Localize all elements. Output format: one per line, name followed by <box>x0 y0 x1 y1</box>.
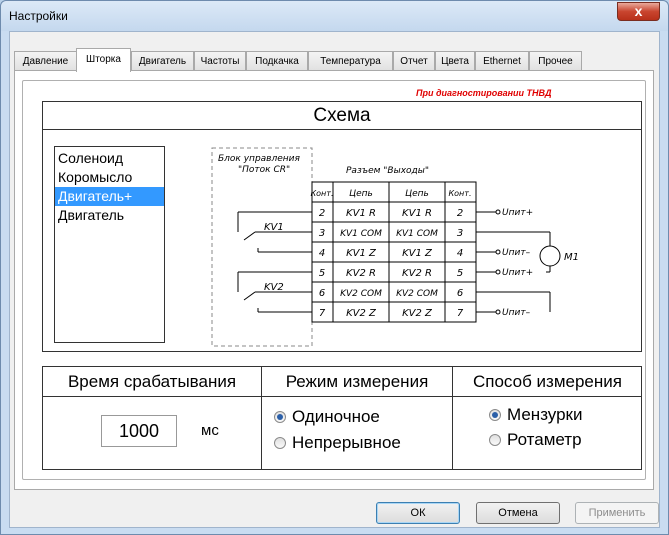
apply-button[interactable]: Применить <box>575 502 659 524</box>
circuit-cell: KV2 COM <box>340 289 382 299</box>
circuit-cell: KV1 R <box>402 208 432 219</box>
list-item-dvigatel-plus[interactable]: Двигатель+ <box>55 187 164 206</box>
time-header: Время срабатывания <box>43 367 261 397</box>
circuit-cell: KV1 Z <box>402 248 433 259</box>
pin-cell: 3 <box>319 228 325 239</box>
header-cep-right: Цепь <box>405 189 429 199</box>
control-block-outline <box>211 147 313 347</box>
tab-otchet[interactable]: Отчет <box>393 51 435 71</box>
diagnostic-note: При диагностировании ТНВД <box>416 88 552 98</box>
title-bar: Настройки x <box>1 1 668 31</box>
radio-icon <box>489 434 501 446</box>
motor-label: M1 <box>564 252 579 263</box>
ok-button[interactable]: ОК <box>376 502 460 524</box>
radio-icon <box>489 409 501 421</box>
connector-table <box>311 181 477 323</box>
header-kont-left: Конт. <box>310 189 333 198</box>
tab-davlenie[interactable]: Давление <box>14 51 77 71</box>
mode-column: Режим измерения Одиночное Непрерывное <box>261 367 452 469</box>
output-label: Uпит– <box>502 308 531 318</box>
tab-podkachka[interactable]: Подкачка <box>246 51 308 71</box>
header-kont-right: Конт. <box>448 189 471 198</box>
connector-title: Разъем "Выходы" <box>346 166 429 176</box>
pin-cell: 7 <box>319 308 326 319</box>
circuit-cell: KV1 Z <box>346 248 377 259</box>
list-item-solenoid[interactable]: Соленоид <box>55 149 164 168</box>
circuit-cell: KV2 R <box>402 268 432 279</box>
relay-kv1-label: KV1 <box>264 222 284 233</box>
tab-cveta[interactable]: Цвета <box>435 51 475 71</box>
pin-cell: 7 <box>457 308 464 319</box>
pin-cell: 2 <box>457 208 463 219</box>
pin-cell: 6 <box>319 288 325 299</box>
tab-prochee[interactable]: Прочее <box>529 51 582 71</box>
block-label-1: Блок управления <box>218 154 300 164</box>
header-cep-left: Цепь <box>349 189 373 199</box>
method-header: Способ измерения <box>453 367 642 397</box>
schema-title: Схема <box>43 102 641 130</box>
tab-chastoty[interactable]: Частоты <box>194 51 246 71</box>
measurement-params-panel: Время срабатывания 1000 мс Режим измерен… <box>42 366 642 470</box>
mode-single-label: Одиночное <box>292 407 380 426</box>
circuit-cell: KV1 COM <box>340 229 382 239</box>
time-column: Время срабатывания 1000 мс <box>43 367 261 469</box>
pin-cell: 6 <box>457 288 463 299</box>
method-rotametr-label: Ротаметр <box>507 430 582 449</box>
output-label: Uпит+ <box>502 268 533 278</box>
relay-kv2-label: KV2 <box>264 282 284 293</box>
pin-cell: 5 <box>457 268 463 279</box>
circuit-cell: KV2 Z <box>402 308 433 319</box>
mode-continuous-label: Непрерывное <box>292 433 401 452</box>
pin-cell: 4 <box>457 248 463 259</box>
time-input[interactable]: 1000 <box>101 415 177 447</box>
pin-cell: 2 <box>319 208 325 219</box>
motor-symbol <box>539 245 561 267</box>
circuit-cell: KV1 COM <box>396 229 438 239</box>
circuit-cell: KV2 COM <box>396 289 438 299</box>
output-wiring <box>476 209 561 315</box>
mode-single-radio[interactable]: Одиночное <box>274 407 380 427</box>
list-item-dvigatel[interactable]: Двигатель <box>55 206 164 225</box>
method-column: Способ измерения Мензурки Ротаметр <box>452 367 642 469</box>
window-title: Настройки <box>9 9 68 23</box>
method-rotametr-radio[interactable]: Ротаметр <box>489 430 582 450</box>
tab-temperatura[interactable]: Температура <box>308 51 393 71</box>
circuit-cell: KV1 R <box>346 208 376 219</box>
pin-cell: 5 <box>319 268 325 279</box>
wiring-diagram: Блок управления "Поток CR" Разъем "Выход… <box>211 147 579 347</box>
pin-cell: 3 <box>457 228 463 239</box>
list-item-koromyslo[interactable]: Коромысло <box>55 168 164 187</box>
cancel-button[interactable]: Отмена <box>476 502 560 524</box>
tab-ethernet[interactable]: Ethernet <box>475 51 529 71</box>
circuit-cell: KV2 R <box>346 268 376 279</box>
time-unit: мс <box>201 422 219 439</box>
load-type-listbox[interactable]: Соленоид Коромысло Двигатель+ Двигатель <box>54 146 165 343</box>
tab-shtorka[interactable]: Шторка <box>76 48 131 72</box>
close-button[interactable]: x <box>617 2 660 21</box>
output-label: Uпит+ <box>502 208 533 218</box>
circuit-cell: KV2 Z <box>346 308 377 319</box>
mode-continuous-radio[interactable]: Непрерывное <box>274 433 401 453</box>
mode-header: Режим измерения <box>262 367 452 397</box>
radio-icon <box>274 437 286 449</box>
radio-icon <box>274 411 286 423</box>
pin-cell: 4 <box>319 248 325 259</box>
tab-dvigatel[interactable]: Двигатель <box>131 51 194 71</box>
output-label: Uпит– <box>502 248 531 258</box>
method-menzurki-radio[interactable]: Мензурки <box>489 405 583 425</box>
block-label-2: "Поток CR" <box>238 165 290 175</box>
method-menzurki-label: Мензурки <box>507 405 583 424</box>
